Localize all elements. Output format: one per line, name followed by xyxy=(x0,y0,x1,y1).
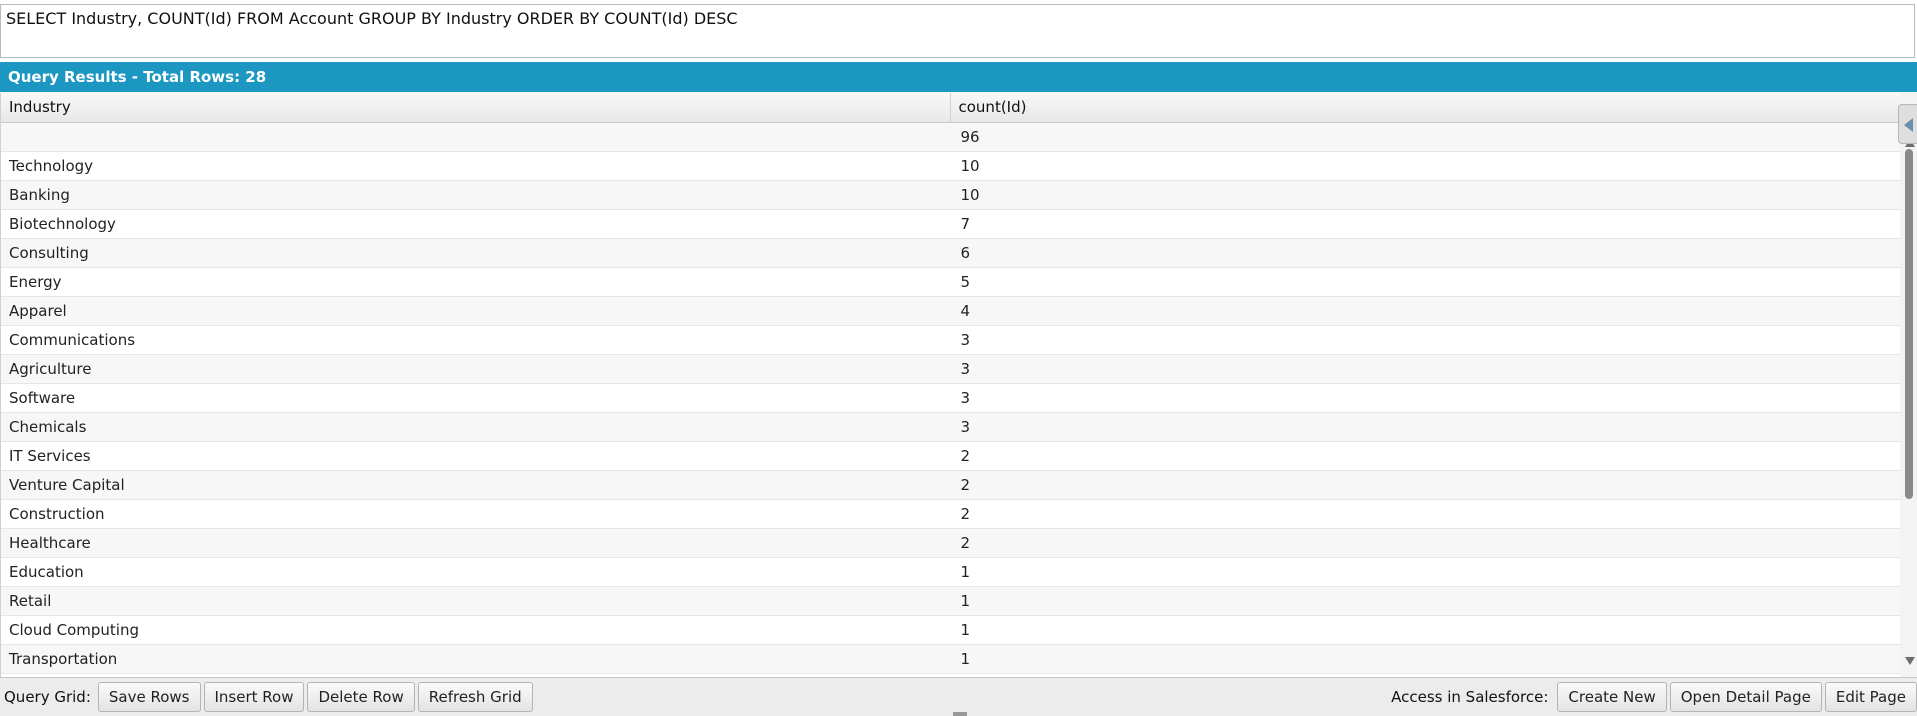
cell-count-id[interactable]: 1 xyxy=(951,616,1901,644)
cell-industry[interactable]: Transportation xyxy=(1,645,951,673)
cell-count-id[interactable]: 96 xyxy=(951,123,1901,151)
scrollbar-thumb[interactable] xyxy=(1905,149,1913,499)
delete-row-button[interactable]: Delete Row xyxy=(307,682,415,712)
cell-industry[interactable]: Education xyxy=(1,558,951,586)
table-row[interactable]: Biotechnology 7 xyxy=(1,210,1900,239)
cell-count-id[interactable]: 1 xyxy=(951,587,1901,615)
save-rows-button[interactable]: Save Rows xyxy=(97,682,201,712)
table-row[interactable]: IT Services 2 xyxy=(1,442,1900,471)
open-detail-page-button[interactable]: Open Detail Page xyxy=(1669,682,1822,712)
grid-body: 96 Technology 10 Banking 10 Biotechnology 7 Con… xyxy=(1,123,1900,677)
table-row[interactable]: Healthcare 2 xyxy=(1,529,1900,558)
cell-count-id[interactable]: 4 xyxy=(951,297,1901,325)
cell-count-id[interactable]: 7 xyxy=(951,210,1901,238)
cell-industry[interactable]: Apparel xyxy=(1,297,951,325)
grid-header-row: Industry count(Id) xyxy=(1,93,1900,123)
cell-count-id[interactable]: 10 xyxy=(951,152,1901,180)
edit-page-button[interactable]: Edit Page xyxy=(1824,682,1917,712)
cell-industry[interactable]: IT Services xyxy=(1,442,951,470)
cell-count-id[interactable]: 2 xyxy=(951,442,1901,470)
cell-industry[interactable]: Software xyxy=(1,384,951,412)
access-in-salesforce-label: Access in Salesforce: xyxy=(1391,688,1549,706)
table-row[interactable]: Transportation 1 xyxy=(1,645,1900,674)
cell-count-id[interactable]: 3 xyxy=(951,384,1901,412)
app-window: SELECT Industry, COUNT(Id) FROM Account … xyxy=(0,0,1917,716)
cell-count-id[interactable]: 3 xyxy=(951,355,1901,383)
triangle-left-icon xyxy=(1904,118,1913,132)
table-row[interactable]: Communications 3 xyxy=(1,326,1900,355)
cell-count-id[interactable]: 6 xyxy=(951,239,1901,267)
create-new-button[interactable]: Create New xyxy=(1557,682,1667,712)
cell-count-id[interactable]: 3 xyxy=(951,413,1901,441)
cell-count-id[interactable]: 2 xyxy=(951,471,1901,499)
table-row[interactable]: Cloud Computing 1 xyxy=(1,616,1900,645)
cell-industry[interactable]: Banking xyxy=(1,181,951,209)
table-row[interactable]: Banking 10 xyxy=(1,181,1900,210)
cell-count-id[interactable]: 1 xyxy=(951,645,1901,673)
cell-industry[interactable] xyxy=(1,123,951,151)
soql-query-editor[interactable]: SELECT Industry, COUNT(Id) FROM Account … xyxy=(0,4,1915,58)
cell-industry[interactable]: Biotechnology xyxy=(1,210,951,238)
insert-row-button[interactable]: Insert Row xyxy=(203,682,305,712)
column-header-industry[interactable]: Industry xyxy=(1,93,951,122)
scroll-down-arrow-icon[interactable] xyxy=(1905,657,1915,665)
collapse-panel-tab[interactable] xyxy=(1898,104,1917,144)
column-header-count-id[interactable]: count(Id) xyxy=(951,93,1901,122)
cell-industry[interactable]: Communications xyxy=(1,326,951,354)
cell-industry[interactable]: Cloud Computing xyxy=(1,616,951,644)
table-row[interactable]: Apparel 4 xyxy=(1,297,1900,326)
cell-industry[interactable]: Consulting xyxy=(1,239,951,267)
query-grid-toolbar: Query Grid: Save Rows Insert Row Delete … xyxy=(0,677,1917,716)
cell-count-id[interactable]: 5 xyxy=(951,268,1901,296)
table-row[interactable]: Chemicals 3 xyxy=(1,413,1900,442)
table-row[interactable]: Construction 2 xyxy=(1,500,1900,529)
table-row[interactable]: 96 xyxy=(1,123,1900,152)
table-row[interactable]: Agriculture 3 xyxy=(1,355,1900,384)
table-row[interactable]: Education 1 xyxy=(1,558,1900,587)
cell-count-id[interactable]: 1 xyxy=(951,558,1901,586)
cell-industry[interactable]: Technology xyxy=(1,152,951,180)
cell-industry[interactable]: Venture Capital xyxy=(1,471,951,499)
table-row[interactable]: Retail 1 xyxy=(1,587,1900,616)
query-grid-label: Query Grid: xyxy=(4,688,91,706)
cell-industry[interactable]: Chemicals xyxy=(1,413,951,441)
refresh-grid-button[interactable]: Refresh Grid xyxy=(417,682,533,712)
cell-count-id[interactable]: 3 xyxy=(951,326,1901,354)
panel-resize-grip[interactable] xyxy=(953,712,967,716)
results-grid: Industry count(Id) 96 Technology 10 Banking… xyxy=(0,93,1900,677)
table-row[interactable]: Technology 10 xyxy=(1,152,1900,181)
grid-vertical-scrollbar[interactable] xyxy=(1900,93,1917,677)
query-results-header: Query Results - Total Rows: 28 xyxy=(0,62,1917,92)
table-row[interactable]: Venture Capital 2 xyxy=(1,471,1900,500)
table-row[interactable]: Software 3 xyxy=(1,384,1900,413)
table-row[interactable]: Energy 5 xyxy=(1,268,1900,297)
table-row[interactable]: Consulting 6 xyxy=(1,239,1900,268)
cell-industry[interactable]: Healthcare xyxy=(1,529,951,557)
cell-industry[interactable]: Construction xyxy=(1,500,951,528)
cell-count-id[interactable]: 10 xyxy=(951,181,1901,209)
cell-count-id[interactable]: 2 xyxy=(951,529,1901,557)
cell-industry[interactable]: Energy xyxy=(1,268,951,296)
cell-count-id[interactable]: 2 xyxy=(951,500,1901,528)
cell-industry[interactable]: Agriculture xyxy=(1,355,951,383)
cell-industry[interactable]: Retail xyxy=(1,587,951,615)
